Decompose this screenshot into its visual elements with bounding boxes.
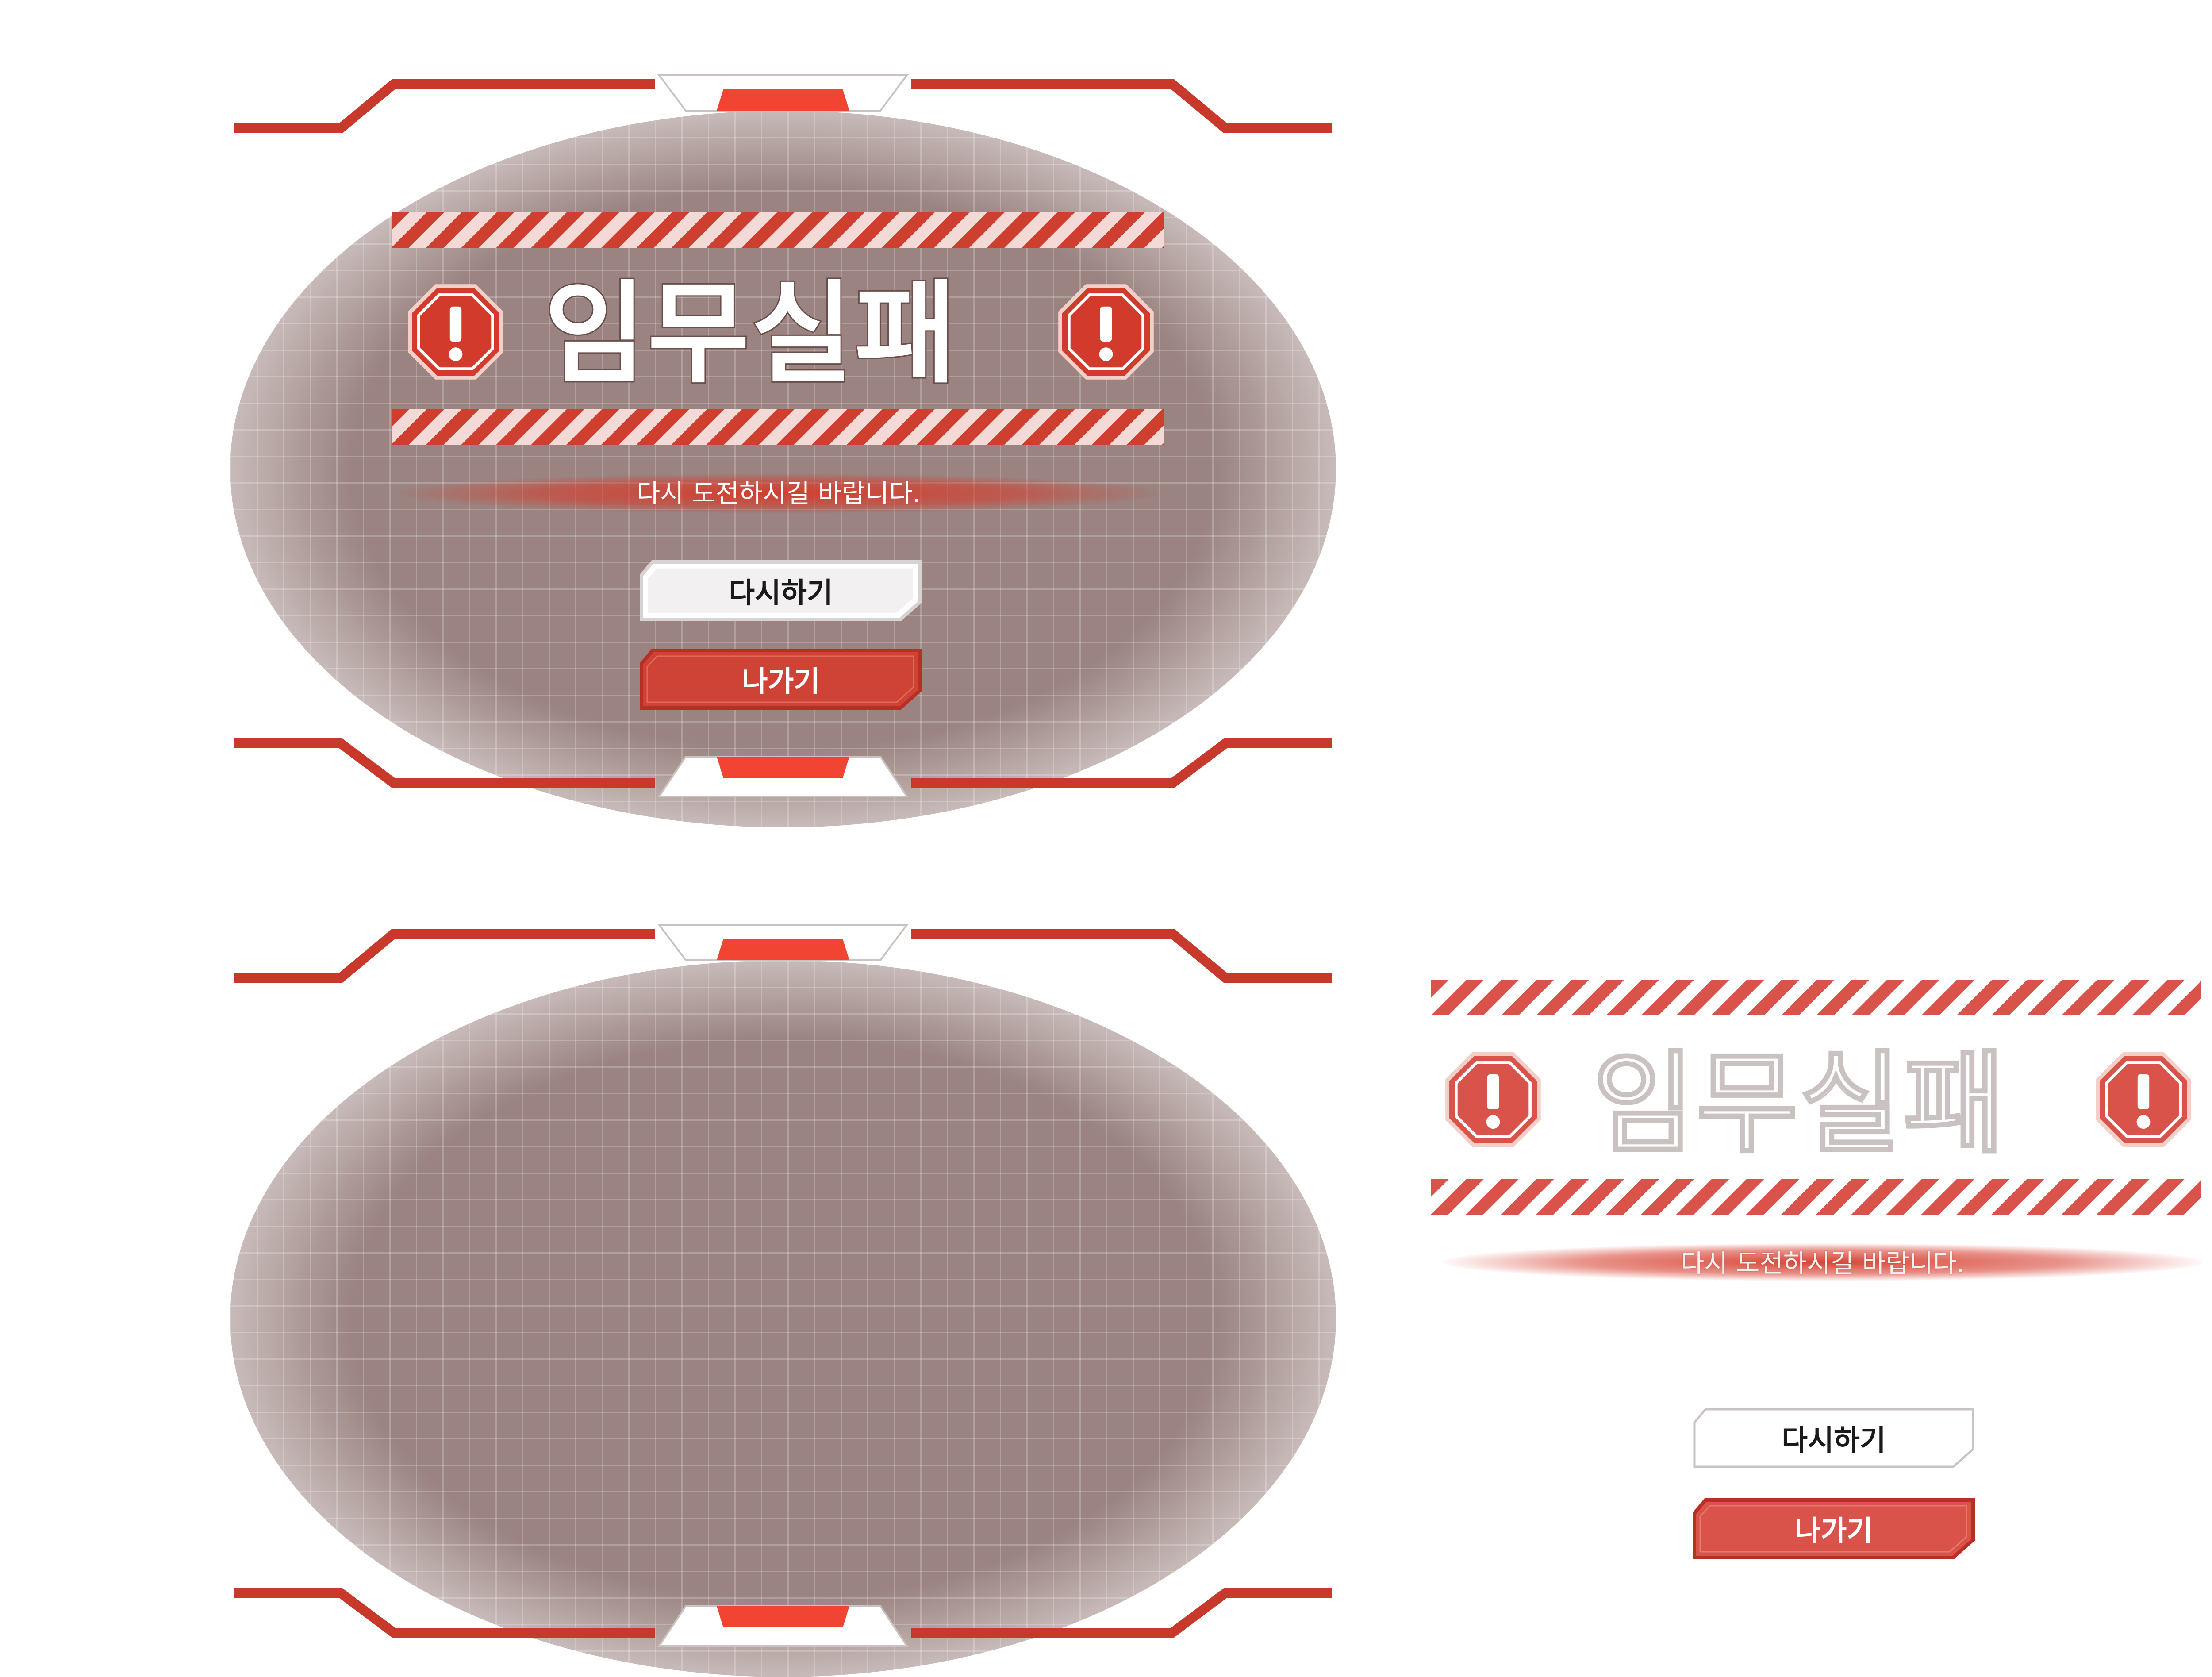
mission-fail-title: 임무실패 (1592, 1039, 2007, 1168)
exit-button[interactable]: 나가기 (1692, 1498, 1975, 1560)
warning-octagon-icon (2096, 1052, 2191, 1147)
retry-button-label: 다시하기 (729, 577, 833, 610)
hazard-stripe-top (1431, 980, 2201, 1015)
exit-button-label: 나가기 (1794, 1515, 1873, 1548)
exit-button-label: 나가기 (741, 665, 820, 698)
subtitle-text: 다시 도전하시길 바랍니다. (636, 478, 921, 508)
hazard-stripe-bottom (392, 409, 1164, 445)
exit-button[interactable]: 나가기 (639, 648, 922, 710)
top-frame (234, 74, 1332, 133)
hazard-stripe-bottom (1431, 1179, 2201, 1215)
bottom-frame (234, 1588, 1332, 1647)
retry-button[interactable]: 다시하기 (1692, 1407, 1975, 1469)
warning-octagon-icon (408, 284, 503, 380)
subtitle-text: 다시 도전하시길 바랍니다. (1680, 1248, 1965, 1278)
retry-button[interactable]: 다시하기 (639, 560, 922, 622)
warning-octagon-icon (1058, 284, 1154, 380)
retry-button-label: 다시하기 (1782, 1424, 1886, 1457)
grid-vignette-panel (230, 960, 1336, 1677)
hazard-stripe-top (392, 212, 1164, 248)
mission-fail-title: 임무실패 (543, 269, 958, 398)
top-frame (234, 924, 1332, 983)
bottom-frame (234, 738, 1332, 797)
warning-octagon-icon (1445, 1052, 1541, 1147)
